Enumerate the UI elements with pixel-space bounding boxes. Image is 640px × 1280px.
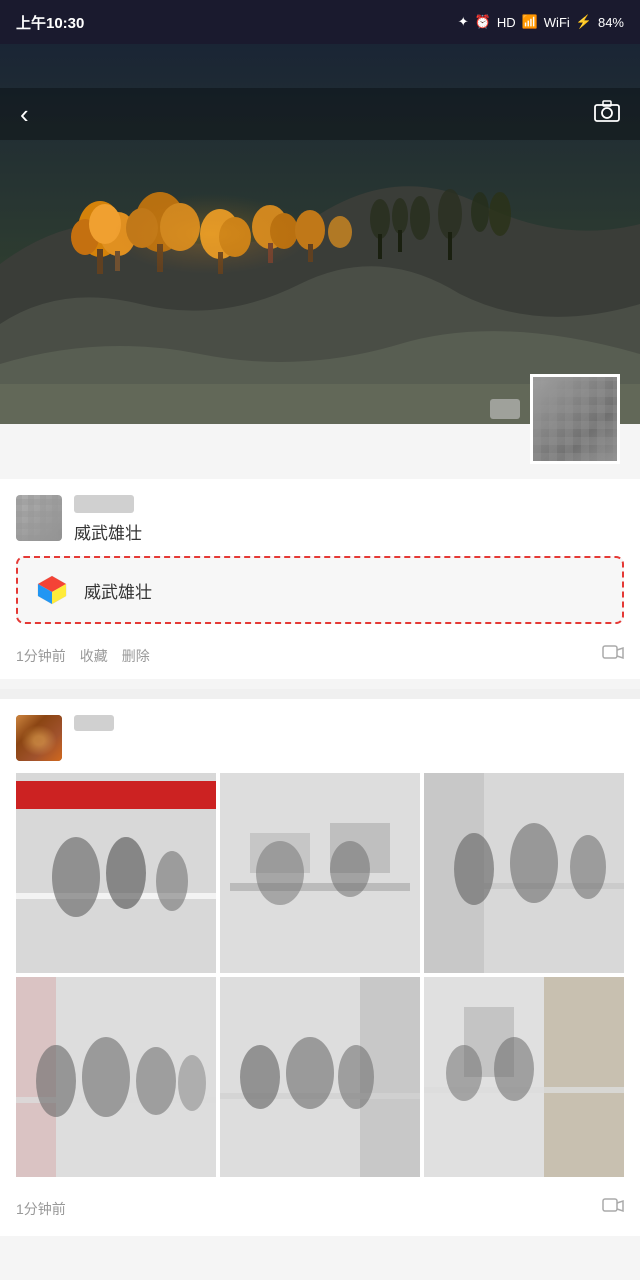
content-area: 威武雄壮 威武雄壮 1分钟前 收藏 删除: [0, 424, 640, 1236]
photo-4[interactable]: [16, 977, 216, 1177]
post1-name-block: [74, 495, 134, 513]
post2-name-block: [74, 715, 114, 731]
charging-icon: ⚡: [576, 14, 592, 30]
post1-avatar[interactable]: [16, 495, 62, 541]
photo-6[interactable]: [424, 977, 624, 1177]
cube-icon: [34, 572, 70, 608]
battery-label: 84%: [598, 15, 624, 30]
photo-2[interactable]: [220, 773, 420, 973]
status-icons: ✦ ⏰ HD 📶 WiFi ⚡ 84%: [458, 14, 624, 30]
post1-title: 威武雄壮: [74, 519, 142, 544]
post-card-1: 威武雄壮 威武雄壮 1分钟前 收藏 删除: [0, 479, 640, 679]
divider: [0, 689, 640, 699]
post2-avatar[interactable]: [16, 715, 62, 761]
post1-action-icon[interactable]: [602, 644, 624, 667]
status-bar: 上午10:30 ✦ ⏰ HD 📶 WiFi ⚡ 84%: [0, 0, 640, 44]
post1-footer: 1分钟前 收藏 删除: [0, 636, 640, 679]
post1-header: 威武雄壮: [0, 479, 640, 556]
wifi-icon: WiFi: [544, 15, 570, 30]
hd-icon: HD: [497, 15, 516, 30]
alarm-icon: ⏰: [475, 14, 491, 30]
photo-grid: [0, 773, 640, 1189]
post1-delete-link[interactable]: 删除: [122, 646, 150, 666]
post2-footer: 1分钟前: [0, 1189, 640, 1236]
cover-extra-dot: [490, 399, 520, 419]
post1-meta: 1分钟前 收藏 删除: [16, 646, 150, 666]
post2-header: [0, 699, 640, 773]
profile-avatar[interactable]: [530, 374, 620, 464]
bluetooth-icon: ✦: [458, 14, 469, 30]
status-time: 上午10:30: [16, 12, 84, 33]
signal-icon: 📶: [522, 14, 538, 30]
post1-name-area: 威武雄壮: [74, 495, 142, 544]
post2-action-icon[interactable]: [602, 1197, 624, 1220]
photo-1[interactable]: [16, 773, 216, 973]
camera-button[interactable]: [594, 100, 620, 128]
top-header: ‹: [0, 88, 640, 140]
photo-5[interactable]: [220, 977, 420, 1177]
post2-name-area: [74, 715, 114, 731]
post2-time: 1分钟前: [16, 1199, 66, 1219]
photo-3[interactable]: [424, 773, 624, 973]
post1-favorite-link[interactable]: 收藏: [80, 646, 108, 666]
post1-time: 1分钟前: [16, 646, 66, 666]
highlighted-card-text: 威武雄壮: [84, 578, 152, 603]
back-button[interactable]: ‹: [20, 99, 29, 130]
highlighted-share-card[interactable]: 威武雄壮: [16, 556, 624, 624]
post-card-2: 1分钟前: [0, 699, 640, 1236]
